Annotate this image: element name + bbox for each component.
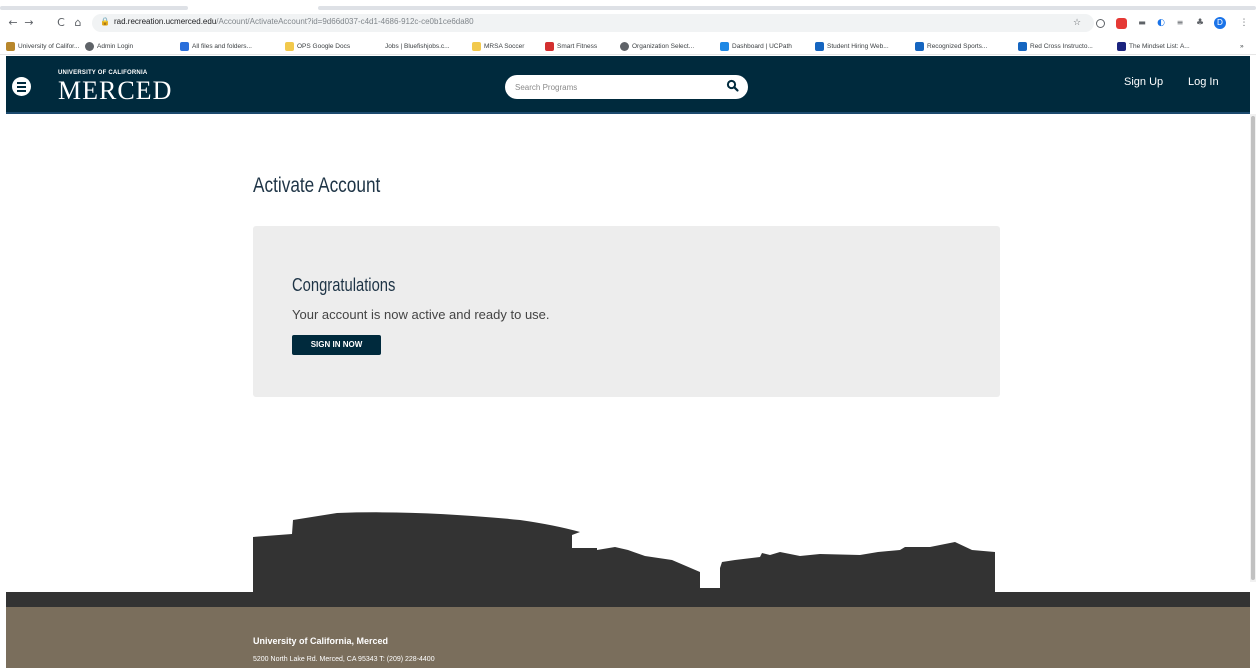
site-header: UNIVERSITY OF CALIFORNIA MERCED Sign Up … [6,56,1250,114]
box-icon [180,41,189,51]
page-title: Activate Account [253,174,381,197]
folder-icon [472,41,481,51]
bookmark-label: University of Califor... [18,42,80,50]
hiring-icon [815,41,824,51]
footer-address: 5200 North Lake Rd. Merced, CA 95343 T: … [253,656,435,663]
panel-message: Your account is now active and ready to … [292,307,550,322]
bookmark-label: Red Cross Instructo... [1030,42,1093,50]
browser-toolbar: ← → C ⌂ 🔒 rad.recreation.ucmerced.edu/Ac… [0,12,1256,36]
bookmark-label: OPS Google Docs [297,42,351,50]
fitness-icon [545,41,554,51]
url-path: /Account/ActivateAccount?id=9d66d037-c4d… [216,17,474,26]
folder-icon [285,41,294,51]
bookmark-star-icon[interactable]: ☆ [1071,17,1083,29]
bookmarks-bar: University of Califor... Admin Login All f… [0,37,1256,55]
footer-university-name: University of California, Merced [253,636,389,646]
extension-c-icon[interactable]: ◐ [1155,17,1167,29]
globe-icon [85,41,94,51]
ucpath-icon [720,41,729,51]
activation-panel: Congratulations Your account is now acti… [253,226,1000,397]
bookmark-label: Recognized Sports... [927,42,988,50]
menu-kebab-icon[interactable]: ⋮ [1238,17,1250,29]
bookmark-item[interactable]: Jobs | Bluefishjobs.c... [385,40,450,52]
url-text: rad.recreation.ucmerced.edu/Account/Acti… [114,17,474,26]
book-icon [1117,41,1126,51]
bookmark-item[interactable]: Dashboard | UCPath [720,40,792,52]
bookmark-item[interactable]: University of Califor... [6,40,79,52]
bookmark-item[interactable]: All files and folders... [180,40,252,52]
bookmark-item[interactable]: Red Cross Instructo... [1018,40,1093,52]
profile-avatar-icon[interactable]: D [1214,17,1226,29]
back-button[interactable]: ← [6,16,20,30]
bookmark-label: Dashboard | UCPath [732,42,792,50]
extension-dash-icon[interactable]: ▬ [1136,17,1148,29]
home-button[interactable]: ⌂ [71,16,85,30]
sign-in-now-button[interactable]: SIGN IN NOW [292,335,381,355]
bookmark-item[interactable]: Admin Login [85,40,133,52]
redcross-icon [1018,41,1027,51]
panel-heading: Congratulations [292,275,396,295]
m-icon [915,41,924,51]
bookmark-label: Admin Login [97,42,134,50]
search-box [505,75,748,99]
scrollbar-thumb[interactable] [1251,116,1255,580]
uc-icon [6,41,15,51]
bookmark-item[interactable]: Student Hiring Web... [815,40,889,52]
bookmark-label: MRSA Soccer [484,42,525,50]
sign-up-link[interactable]: Sign Up [1124,76,1163,88]
bookmark-label: Smart Fitness [557,42,598,50]
campus-skyline-graphic [253,512,995,592]
bookmark-item[interactable]: Recognized Sports... [915,40,987,52]
site-footer: University of California, Merced 5200 No… [6,607,1250,668]
bookmark-label: Student Hiring Web... [827,42,889,50]
bookmark-label: The Mindset List: A... [1129,42,1190,50]
browser-tabstrip [0,0,1256,10]
extension-pt-icon[interactable]: ≡ [1174,17,1186,29]
browser-tab[interactable] [0,6,188,10]
bookmark-item[interactable]: OPS Google Docs [285,40,350,52]
search-icon[interactable] [726,79,740,93]
bookmark-item[interactable]: Organization Select... [620,40,694,52]
search-input[interactable] [515,80,715,94]
hamburger-menu-icon[interactable] [12,77,31,96]
bookmark-label: All files and folders... [192,42,252,50]
footer-band [6,592,1250,607]
page-scrollbar[interactable] [1250,114,1256,582]
bookmark-label: Jobs | Bluefishjobs.c... [385,42,450,50]
address-bar[interactable]: 🔒 rad.recreation.ucmerced.edu/Account/Ac… [92,14,1094,32]
url-host: rad.recreation.ucmerced.edu [114,17,217,26]
browser-tab-active[interactable] [318,6,1256,10]
extension-circle-icon[interactable] [1096,19,1105,28]
bookmark-item[interactable]: The Mindset List: A... [1117,40,1190,52]
lock-icon: 🔒 [100,17,110,26]
extensions-puzzle-icon[interactable]: ♣ [1194,17,1206,29]
logo-merced[interactable]: MERCED [58,76,172,106]
extension-red-icon[interactable] [1116,18,1127,29]
log-in-link[interactable]: Log In [1188,76,1219,88]
bookmark-item[interactable]: MRSA Soccer [472,40,524,52]
bookmark-label: Organization Select... [632,42,695,50]
skyline-silhouette [253,512,700,592]
bookmark-item[interactable]: Smart Fitness [545,40,597,52]
forward-button[interactable]: → [22,16,36,30]
reload-button[interactable]: C [54,16,68,30]
more-bookmarks-icon[interactable]: » [1240,40,1244,52]
globe-icon [620,41,629,51]
